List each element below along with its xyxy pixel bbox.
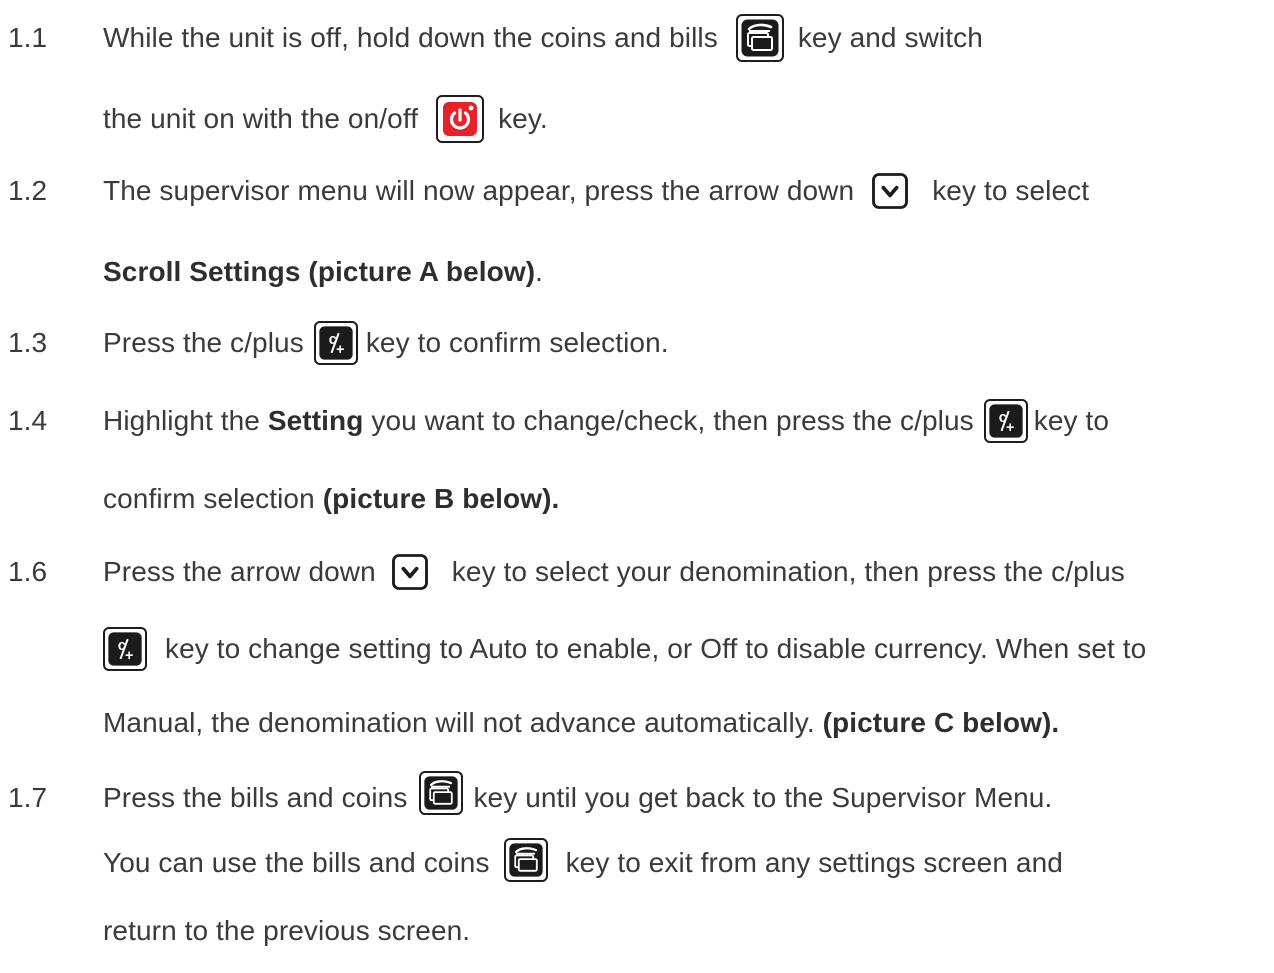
step-number: 1.2: [8, 175, 48, 206]
step-text: key.: [498, 103, 548, 134]
coins-bills-key-icon: [503, 838, 548, 882]
step-text: Press the bills and coins: [103, 782, 408, 813]
coins-bills-key-icon: [735, 14, 784, 62]
step-1-7-line-2: You can use the bills and coins key to e…: [0, 838, 1274, 888]
step-text: return to the previous screen.: [103, 915, 471, 946]
step-text-bold: (picture B below).: [322, 483, 560, 514]
step-1-1-line-2: the unit on with the on/off key.: [0, 94, 1274, 144]
step-1-2-line-2: Scroll Settings (picture A below) .: [0, 247, 1274, 297]
step-text: Press the c/plus: [103, 327, 304, 358]
step-1-6-line-2: key to change setting to Auto to enable,…: [0, 624, 1274, 674]
coins-bills-key-icon: [419, 771, 464, 815]
step-number: 1.6: [8, 556, 48, 587]
step-text: you want to change/check, then press the…: [371, 405, 974, 436]
step-text: confirm selection: [103, 483, 315, 514]
step-text: key to select: [932, 175, 1090, 206]
arrow-down-key-icon: [866, 167, 915, 215]
step-number: 1.3: [8, 327, 48, 358]
c-plus-key-icon: [103, 627, 147, 671]
step-text: You can use the bills and coins: [103, 847, 490, 878]
step-text: key to select your denomination, then pr…: [451, 556, 1125, 587]
step-text-bold: Setting: [267, 405, 364, 436]
step-1-4-line-2: confirm selection (picture B below).: [0, 474, 1274, 524]
step-number: 1.7: [8, 782, 48, 813]
step-number: 1.1: [8, 22, 48, 53]
step-1-2-line-1: 1.2 The supervisor menu will now appear,…: [0, 166, 1274, 216]
c-plus-key-icon: [313, 321, 358, 365]
step-1-7-line-3: return to the previous screen.: [0, 906, 1274, 956]
step-1-6-line-3: Manual, the denomination will not advanc…: [0, 698, 1274, 748]
step-text: The supervisor menu will now appear, pre…: [103, 175, 855, 206]
step-1-1-line-1: 1.1 While the unit is off, hold down the…: [0, 13, 1274, 63]
step-number: 1.4: [8, 405, 48, 436]
step-text: Press the arrow down: [103, 556, 376, 587]
step-text: Highlight the: [103, 405, 260, 436]
step-1-4-line-1: 1.4 Highlight the Setting you want to ch…: [0, 396, 1274, 446]
step-text: key to exit from any settings screen and: [565, 847, 1063, 878]
step-1-6-line-1: 1.6 Press the arrow down key to select y…: [0, 547, 1274, 597]
step-1-3-line-1: 1.3 Press the c/plus key to confirm sele…: [0, 318, 1274, 368]
step-text-bold: (picture C below).: [822, 707, 1060, 738]
step-text: key to confirm selection.: [365, 327, 669, 358]
c-plus-key-icon: [983, 399, 1028, 443]
step-text: key to: [1033, 405, 1110, 436]
step-text-bold: Scroll Settings (picture A below): [103, 256, 536, 287]
step-text: While the unit is off, hold down the coi…: [103, 22, 718, 53]
step-1-7-line-1: 1.7 Press the bills and coins key until …: [0, 771, 1274, 823]
arrow-down-key-icon: [385, 548, 434, 596]
step-text: key until you get back to the Supervisor…: [473, 782, 1053, 813]
power-key-icon: [436, 95, 485, 143]
step-text: Manual, the denomination will not advanc…: [103, 707, 815, 738]
step-text: .: [535, 256, 544, 287]
step-text: key and switch: [797, 22, 983, 53]
step-text: the unit on with the on/off: [103, 103, 419, 134]
step-text: key to change setting to Auto to enable,…: [165, 633, 1147, 664]
